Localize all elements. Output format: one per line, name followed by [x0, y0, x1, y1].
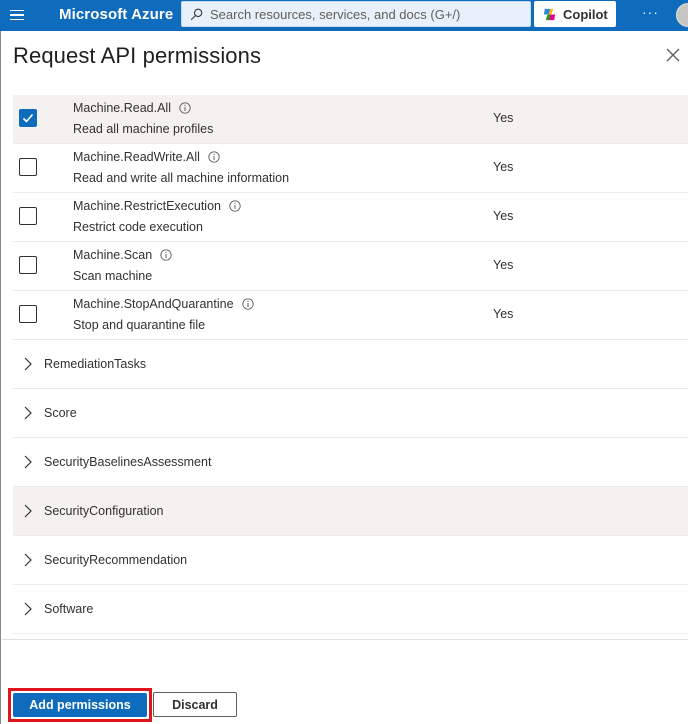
info-icon[interactable]	[160, 249, 172, 261]
permissions-list: Machine.Read.All Read all machine profil…	[13, 95, 688, 634]
admin-consent-value: Yes	[493, 111, 514, 125]
permission-row[interactable]: Machine.RestrictExecution Restrict code …	[13, 193, 688, 242]
permission-row[interactable]: Machine.StopAndQuarantine Stop and quara…	[13, 291, 688, 340]
group-label: Score	[44, 406, 77, 420]
chevron-right-icon	[24, 357, 32, 371]
permission-name-label: Machine.Read.All	[73, 101, 171, 115]
page-title: Request API permissions	[13, 43, 262, 68]
admin-consent-value: Yes	[493, 307, 514, 321]
permission-name-label: Machine.Scan	[73, 248, 153, 262]
permission-row[interactable]: Machine.Scan Scan machine Yes	[13, 242, 688, 291]
add-permissions-button[interactable]: Add permissions	[13, 693, 147, 717]
copilot-icon	[543, 8, 556, 20]
search-icon	[190, 8, 203, 20]
info-icon[interactable]	[229, 200, 241, 212]
group-row-securitybaselinesassessment[interactable]: SecurityBaselinesAssessment	[13, 438, 688, 487]
chevron-right-icon	[24, 455, 32, 469]
permission-name-label: Machine.StopAndQuarantine	[73, 297, 234, 311]
permission-description: Scan machine	[73, 269, 153, 283]
admin-consent-value: Yes	[493, 160, 514, 174]
group-row-securityconfiguration[interactable]: SecurityConfiguration	[13, 487, 688, 536]
chevron-right-icon	[24, 504, 32, 518]
permission-name-label: Machine.RestrictExecution	[73, 199, 221, 213]
group-row-securityrecommendation[interactable]: SecurityRecommendation	[13, 536, 688, 585]
brand-name[interactable]: Microsoft Azure	[59, 6, 173, 23]
group-row-remediationtasks[interactable]: RemediationTasks	[13, 340, 688, 389]
info-icon[interactable]	[179, 102, 191, 114]
permission-name-label: Machine.ReadWrite.All	[73, 150, 200, 164]
permission-checkbox[interactable]	[19, 207, 37, 225]
hamburger-icon[interactable]	[6, 2, 28, 28]
chevron-right-icon	[24, 406, 32, 420]
permission-name: Machine.StopAndQuarantine	[73, 297, 254, 311]
admin-consent-value: Yes	[493, 258, 514, 272]
chevron-right-icon	[24, 553, 32, 567]
search-input[interactable]	[210, 6, 520, 22]
permission-name: Machine.Scan	[73, 248, 172, 262]
group-row-score[interactable]: Score	[13, 389, 688, 438]
azure-top-bar: Microsoft Azure Copilot ···	[0, 0, 688, 31]
group-label: SecurityRecommendation	[44, 553, 188, 567]
discard-button[interactable]: Discard	[153, 692, 237, 717]
permission-checkbox[interactable]	[19, 158, 37, 176]
permission-description: Read all machine profiles	[73, 122, 214, 136]
close-icon[interactable]	[665, 47, 681, 63]
admin-consent-value: Yes	[493, 209, 514, 223]
copilot-label: Copilot	[563, 6, 608, 22]
permission-row[interactable]: Machine.ReadWrite.All Read and write all…	[13, 144, 688, 193]
permission-checkbox[interactable]	[19, 109, 37, 127]
permission-checkbox[interactable]	[19, 256, 37, 274]
permission-description: Restrict code execution	[73, 220, 203, 234]
copilot-button[interactable]: Copilot	[534, 1, 616, 27]
permission-name: Machine.RestrictExecution	[73, 199, 241, 213]
permission-description: Read and write all machine information	[73, 171, 290, 185]
more-options-icon[interactable]: ···	[642, 4, 659, 20]
info-icon[interactable]	[208, 151, 220, 163]
group-label: SecurityConfiguration	[44, 504, 164, 518]
permission-name: Machine.ReadWrite.All	[73, 150, 220, 164]
request-api-permissions-panel: Request API permissions Machine.Read.All…	[0, 31, 688, 724]
checkmark-icon	[22, 113, 34, 123]
chevron-right-icon	[24, 602, 32, 616]
global-search[interactable]	[181, 1, 531, 27]
permission-row[interactable]: Machine.Read.All Read all machine profil…	[13, 95, 688, 144]
group-label: SecurityBaselinesAssessment	[44, 455, 212, 469]
permission-name: Machine.Read.All	[73, 101, 191, 115]
permission-description: Stop and quarantine file	[73, 318, 206, 332]
group-row-software[interactable]: Software	[13, 585, 688, 634]
group-label: Software	[44, 602, 94, 616]
group-label: RemediationTasks	[44, 357, 147, 371]
permission-checkbox[interactable]	[19, 305, 37, 323]
info-icon[interactable]	[241, 298, 254, 310]
avatar[interactable]	[676, 3, 688, 27]
footer-divider	[2, 639, 688, 640]
